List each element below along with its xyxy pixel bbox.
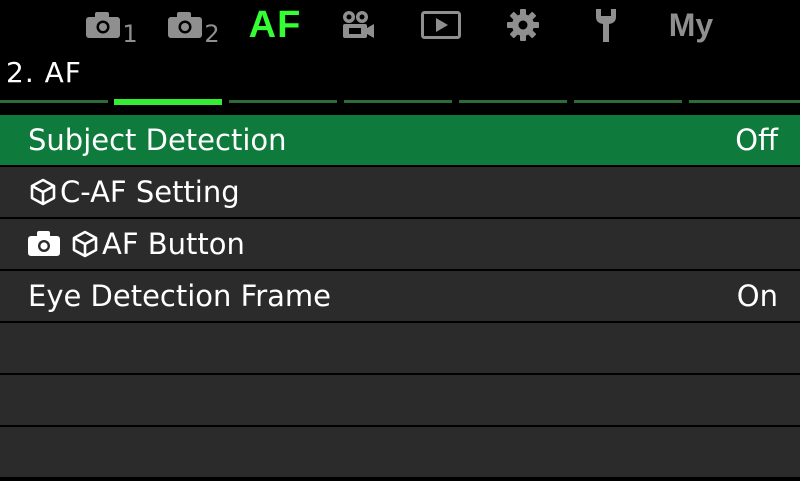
camera-icon [168, 12, 203, 38]
tab-my-menu[interactable]: My [660, 0, 722, 50]
page-indicator [0, 99, 800, 105]
movie-camera-icon [340, 10, 374, 40]
menu-item-value: Off [735, 123, 778, 157]
tab-shooting-1-number: 1 [122, 20, 138, 48]
menu-item-subject-detection[interactable]: Subject Detection Off [0, 115, 800, 165]
page-indicator-segment [344, 100, 452, 103]
tab-custom[interactable] [586, 0, 626, 50]
af-target-icon [70, 229, 102, 259]
menu-item-label-group: AF Button [28, 227, 245, 261]
menu-item-label: C-AF Setting [60, 175, 240, 209]
menu-item-value: On [736, 279, 778, 313]
wrench-icon [593, 7, 619, 43]
menu-tab-bar: 1 2 AF My [0, 0, 800, 50]
tab-shooting-2-number: 2 [204, 20, 220, 48]
camera-icon [86, 12, 121, 38]
menu-item-empty [0, 323, 800, 373]
gear-icon [506, 8, 540, 42]
menu-item-eye-detection-frame[interactable]: Eye Detection Frame On [0, 271, 800, 321]
page-indicator-segment [689, 100, 800, 103]
page-indicator-segment [0, 100, 108, 103]
menu-item-empty [0, 375, 800, 425]
af-target-icon [28, 177, 60, 207]
tab-video[interactable] [334, 0, 380, 50]
page-title: 2. AF [6, 56, 82, 89]
tab-shooting-1[interactable]: 1 [82, 0, 142, 50]
af-menu-list: Subject Detection Off C-AF Setting AF Bu… [0, 115, 800, 479]
menu-item-label: Eye Detection Frame [28, 279, 331, 313]
page-indicator-segment [574, 100, 682, 103]
page-indicator-segment [459, 100, 567, 103]
menu-item-empty [0, 427, 800, 477]
tab-af[interactable]: AF [244, 0, 306, 50]
page-indicator-segment [229, 100, 337, 103]
menu-item-label-group: C-AF Setting [28, 175, 240, 209]
menu-item-c-af-setting[interactable]: C-AF Setting [0, 167, 800, 217]
tab-af-label: AF [248, 3, 302, 46]
menu-item-label: Subject Detection [28, 123, 287, 157]
page-indicator-segment-active [114, 99, 222, 105]
tab-settings[interactable] [500, 0, 546, 50]
camera-icon [28, 231, 62, 257]
tab-playback[interactable] [418, 0, 464, 50]
menu-item-label: AF Button [102, 227, 245, 261]
menu-item-af-button[interactable]: AF Button [0, 219, 800, 269]
play-icon [421, 11, 461, 39]
tab-shooting-2[interactable]: 2 [164, 0, 224, 50]
tab-my-menu-label: My [668, 6, 714, 43]
